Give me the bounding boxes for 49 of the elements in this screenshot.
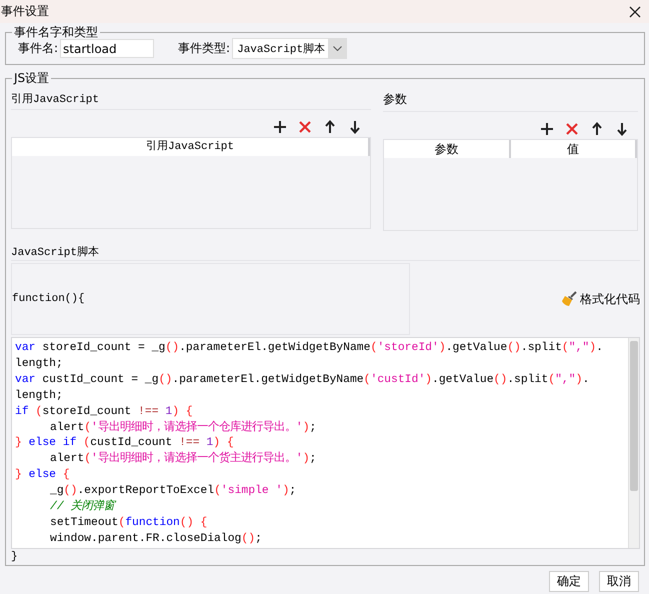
scrollbar[interactable]: [628, 338, 639, 548]
code-line: var storeId_count = _g().parameterEl.getWidgetByName('storeId').getValue().split(",").: [15, 341, 604, 356]
confirm-button[interactable]: 确定: [549, 571, 589, 592]
caret-icon: [332, 46, 342, 51]
add-button[interactable]: [271, 118, 288, 135]
delete-icon: [564, 122, 578, 136]
section-title: 参数: [383, 91, 638, 112]
delete-button[interactable]: [296, 118, 313, 135]
section-title: JavaScript脚本: [11, 244, 640, 261]
close-button[interactable]: [627, 4, 643, 20]
code-line: // 关闭弹窗: [49, 500, 118, 516]
delete-icon: [298, 120, 312, 134]
add-icon: [272, 120, 286, 134]
column-header[interactable]: 参数: [384, 140, 510, 158]
code-line: length;: [15, 388, 64, 404]
code-line: window.parent.FR.closeDialog();: [49, 532, 263, 547]
add-icon: [540, 122, 554, 136]
code-line: length;: [15, 356, 64, 372]
code-editor[interactable]: [11, 337, 640, 549]
code-line: var custId_count = _g().parameterEl.getWidgetByName('custId').getValue().split(",").: [15, 372, 590, 388]
code-line: }: [11, 551, 19, 563]
code-line: alert('导出明细时，请选择一个货主进行导出。');: [49, 452, 318, 468]
window-title: 事件设置: [1, 3, 49, 20]
group-title: JS设置: [12, 71, 52, 85]
code-line: alert('导出明细时，请选择一个仓库进行导出。');: [49, 420, 318, 436]
delete-button[interactable]: [563, 120, 580, 137]
column-header[interactable]: 引用JavaScript: [12, 138, 370, 156]
add-button[interactable]: [538, 120, 555, 137]
format-code-button[interactable]: 格式化代码: [561, 290, 640, 308]
event-name-field[interactable]: startload: [60, 39, 154, 58]
arrow-up-icon: [590, 122, 604, 136]
code-line: setTimeout(function() {: [49, 516, 208, 531]
cancel-button[interactable]: 取消: [599, 571, 639, 592]
function-header: function(){: [11, 263, 410, 335]
event-type-dropdown[interactable]: JavaScript脚本: [232, 38, 348, 59]
code-line: } else {: [15, 468, 71, 484]
broom-icon: [561, 291, 577, 307]
arrow-up-icon: [322, 120, 336, 134]
code-line: if (storeId_count !== 1) {: [15, 404, 194, 420]
group-title: 事件名字和类型: [12, 25, 100, 39]
code-line: _g().exportReportToExcel('simple ');: [49, 484, 298, 500]
close-icon: [629, 6, 641, 18]
code-line: } else if (custId_count !== 1) {: [15, 436, 235, 451]
event-type-label: 事件类型:: [178, 40, 230, 57]
section-title: 引用JavaScript: [11, 91, 371, 110]
arrow-down-icon: [614, 122, 628, 136]
column-header[interactable]: 值: [510, 140, 637, 158]
arrow-down-icon: [348, 120, 362, 134]
event-name-label: 事件名:: [18, 40, 58, 57]
